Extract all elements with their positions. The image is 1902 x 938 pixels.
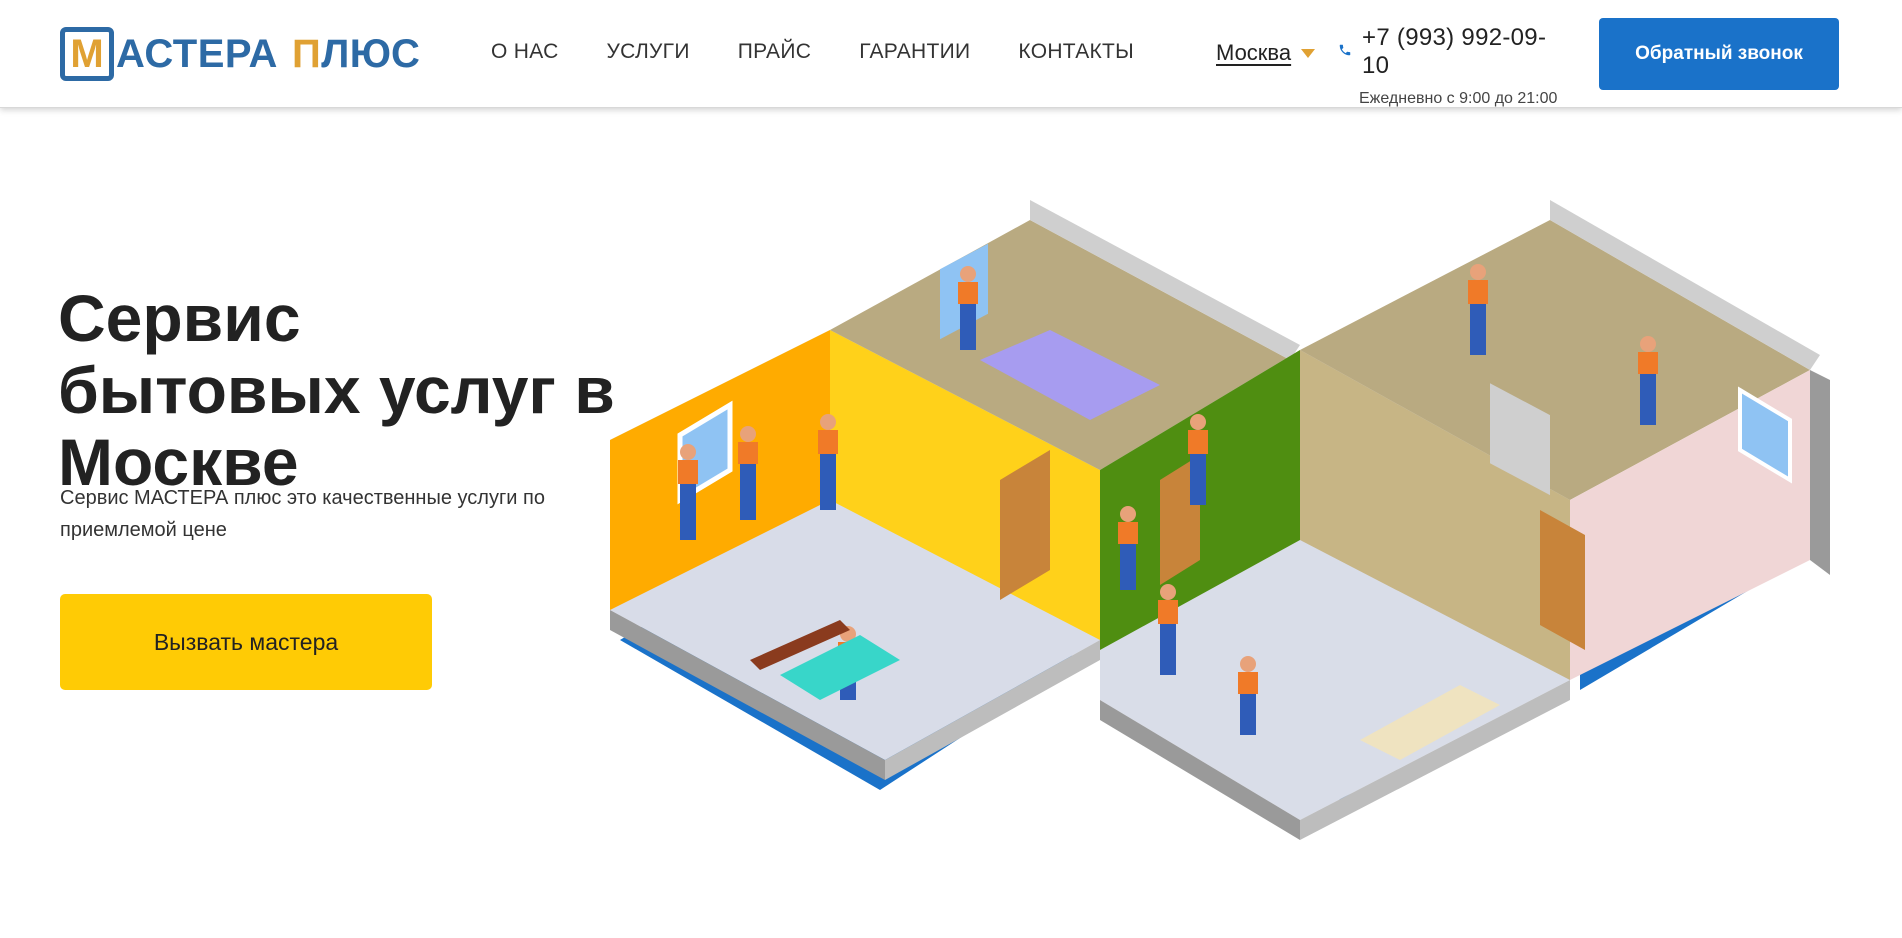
- working-hours: Ежедневно с 9:00 до 21:00: [1359, 90, 1558, 107]
- phone-block: +7 (993) 992-09-10 Ежедневно с 9:00 до 2…: [1338, 24, 1568, 108]
- nav-contacts[interactable]: КОНТАКТЫ: [1018, 40, 1134, 64]
- city-selector[interactable]: Москва: [1216, 40, 1316, 66]
- hero-illustration: [610, 200, 1830, 840]
- site-header: М АСТЕРА П ЛЮС О НАС УСЛУГИ ПРАЙС ГАРАНТ…: [0, 0, 1902, 108]
- main-nav: О НАС УСЛУГИ ПРАЙС ГАРАНТИИ КОНТАКТЫ: [491, 40, 1134, 64]
- nav-guarantees[interactable]: ГАРАНТИИ: [859, 40, 970, 64]
- hero-description: Сервис МАСТЕРА плюс это качественные усл…: [60, 487, 545, 541]
- nav-about[interactable]: О НАС: [491, 40, 559, 64]
- callback-button[interactable]: Обратный звонок: [1599, 18, 1839, 90]
- hero-title: Сервис бытовых услуг в Москве: [58, 281, 615, 499]
- logo-word-astera: АСТЕРА: [116, 31, 278, 76]
- call-master-button[interactable]: Вызвать мастера: [60, 594, 432, 690]
- chevron-down-icon: [1301, 48, 1316, 58]
- city-name: Москва: [1216, 40, 1292, 65]
- logo-letter: М: [70, 32, 104, 76]
- logo-word-p: П: [291, 31, 322, 76]
- nav-price[interactable]: ПРАЙС: [738, 40, 811, 64]
- logo-mark: М: [60, 27, 114, 81]
- phone-number[interactable]: +7 (993) 992-09-10: [1362, 24, 1568, 80]
- logo-word-lyus: ЛЮС: [321, 31, 421, 76]
- phone-icon: [1338, 43, 1352, 62]
- logo[interactable]: М АСТЕРА П ЛЮС: [60, 27, 420, 81]
- nav-services[interactable]: УСЛУГИ: [607, 40, 690, 64]
